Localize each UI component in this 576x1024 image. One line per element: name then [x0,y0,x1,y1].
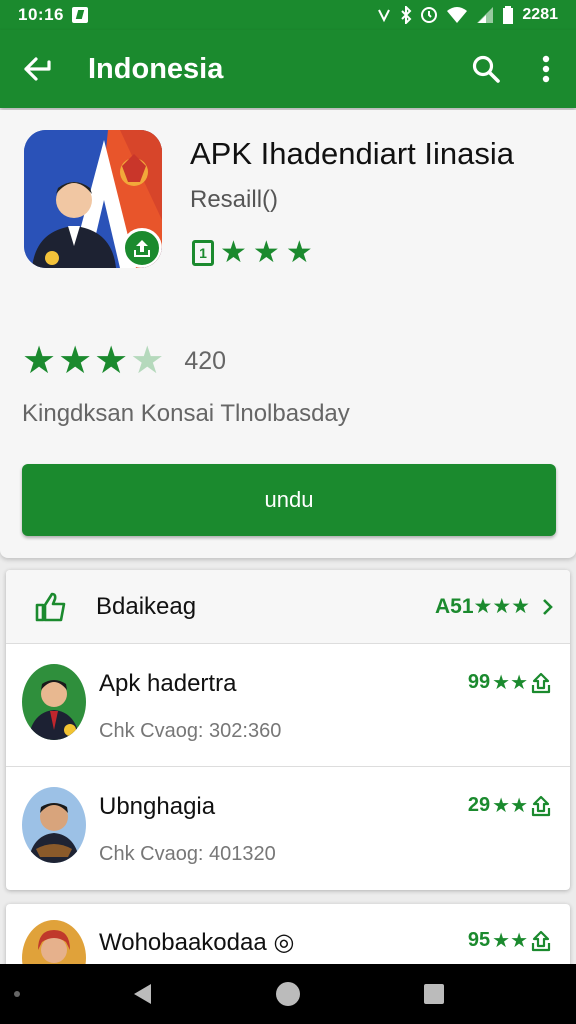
app-summary: Kingdksan Konsai Tlnolbasday [22,400,350,427]
install-button[interactable]: undu [22,464,556,536]
star-icon: ★ [58,340,93,382]
chevron-right-icon [543,598,553,615]
app-bar: Indonesia [0,30,576,108]
star-icon: ★ [220,236,247,269]
item-subtitle: Chk Cvaog: 302:360 [99,720,282,742]
section-title: Bdaikeag [96,592,197,620]
avatar [22,664,86,740]
star-empty-icon: ★ [130,340,165,382]
app-name: APK Ihadendiart Iinasia [190,136,514,171]
share-icon [531,795,551,816]
more-vert-icon [542,55,550,83]
item-subtitle: Chk Cvaog: 401320 [99,843,276,865]
nav-back-button[interactable] [69,964,215,1024]
item-name: Wohobaakodaa ◎ [99,929,295,956]
star-icon: ★ [94,340,129,382]
section-header[interactable]: Bdaikeag A51★★★ [6,570,570,644]
share-icon [531,672,551,693]
content-rating: 1 ★ ★ ★ [192,238,313,268]
alarm-icon [421,7,438,23]
square-recents-icon [424,984,444,1004]
share-icon [531,930,551,951]
page-title: Indonesia [88,52,224,85]
star-icon: ★ [285,236,313,269]
system-nav-bar [0,964,576,1024]
app-icon[interactable] [24,130,162,268]
back-button[interactable] [0,30,74,108]
star-icon: ★ [252,236,280,269]
related-apps-card: Bdaikeag A51★★★ Apk hadertra Chk Cvaog: … [6,570,570,890]
wifi-icon [447,7,468,23]
nav-home-button[interactable] [215,964,361,1024]
status-time: 10:16 [18,5,64,24]
rating-value: 420 [184,346,227,375]
rating-tag-icon: 1 [192,240,214,266]
share-icon [134,240,150,257]
nfc-icon [378,9,391,23]
item-score: 99 ★★ [468,670,552,695]
search-button[interactable] [456,30,516,108]
item-score: 95 ★★ [468,928,552,953]
section-meta: A51★★★ [434,595,530,618]
signal-icon [477,7,494,23]
list-item[interactable]: Apk hadertra Chk Cvaog: 302:360 99 ★★ [6,644,570,767]
status-bar: 10:16 2281 [0,0,576,30]
nav-dot-icon [14,991,20,997]
status-icons: 2281 [376,6,558,24]
app-detail-card: APK Ihadendiart Iinasia Resaill() 1 ★ ★ … [0,110,576,558]
item-name: Apk hadertra [99,670,237,697]
circle-home-icon [276,982,300,1006]
item-name: Ubnghagia [99,793,216,820]
list-item[interactable]: Ubnghagia Chk Cvaog: 401320 29 ★★ [6,767,570,890]
more-options-button[interactable] [516,30,576,108]
notification-icon [71,7,88,23]
avatar [22,787,86,863]
item-score: 29 ★★ [468,793,552,818]
search-icon [472,55,500,83]
status-right-text: 2281 [522,6,558,23]
star-icon: ★ [22,340,57,382]
battery-icon [503,6,514,24]
update-badge [122,228,162,268]
nav-recents-button[interactable] [361,964,507,1024]
instagram-icon: ◎ [273,929,295,956]
bluetooth-icon [401,6,412,24]
triangle-back-icon [134,984,151,1004]
arrow-back-icon [24,57,51,81]
developer-name[interactable]: Resaill() [190,186,278,214]
rating-row: ★ ★ ★ ★ 420 [22,342,226,380]
thumbs-up-icon [35,592,66,621]
